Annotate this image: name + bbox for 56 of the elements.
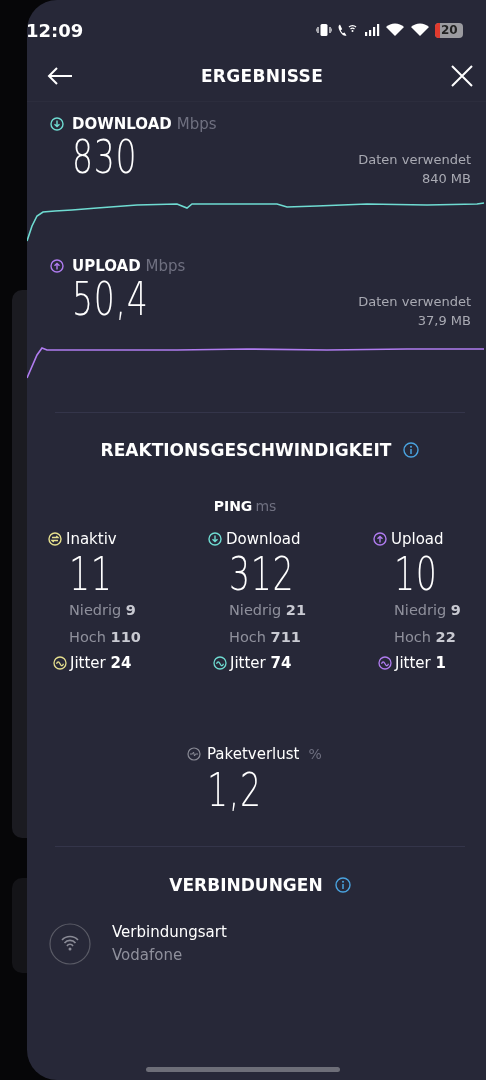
pulse-icon (187, 747, 201, 761)
section-title: REAKTIONSGESCHWINDIGKEIT (100, 440, 392, 460)
low-value: Niedrig 9 (69, 601, 137, 620)
high-value: Hoch 110 (69, 628, 142, 647)
wifi-icon (385, 23, 405, 37)
data-used-label: Daten verwendet (358, 293, 471, 311)
arrow-down-icon (50, 117, 64, 131)
screen-title: ERGEBNISSE (200, 66, 324, 86)
speed-label: DOWNLOAD (72, 115, 172, 133)
close-icon[interactable] (451, 65, 473, 87)
connection-value: Vodafone (112, 945, 184, 966)
data-used-value: 840 MB (421, 170, 471, 188)
packet-loss-label: Paketverlust (207, 745, 300, 763)
signal-icon (364, 23, 380, 37)
speed-label: UPLOAD (72, 257, 141, 275)
info-icon[interactable] (334, 877, 351, 893)
ping-label: PING (213, 498, 253, 514)
wifi-icon (49, 923, 91, 965)
section-title: VERBINDUNGEN (169, 875, 323, 895)
low-value: Niedrig 9 (394, 601, 462, 620)
info-icon[interactable] (403, 442, 420, 458)
wave-icon (53, 656, 67, 670)
speed-unit: Mbps (176, 115, 217, 133)
status-time: 12:09 (26, 19, 84, 41)
back-icon[interactable] (47, 66, 73, 86)
ping-type-label: Download (226, 530, 301, 548)
speed-unit: Mbps (145, 257, 186, 275)
wave-icon (378, 656, 392, 670)
ping-type-label: Upload (391, 530, 444, 548)
high-value: Hoch 711 (229, 628, 302, 647)
ping-unit: ms (255, 498, 277, 514)
ping-value: 11 (69, 551, 113, 597)
vibrate-icon (316, 23, 332, 37)
arrow-up-icon (373, 532, 387, 546)
wave-icon (213, 656, 227, 670)
arrows-icon (48, 532, 62, 546)
ping-value: 312 (229, 551, 295, 597)
packet-loss-value: 1,2 (207, 767, 262, 813)
arrow-up-icon (50, 259, 64, 273)
connection-label: Verbindungsart (112, 922, 227, 943)
data-used-value: 37,9 MB (417, 312, 471, 330)
low-value: Niedrig 21 (229, 601, 307, 620)
ping-value: 10 (394, 551, 438, 597)
wifi-call-icon (337, 23, 359, 37)
wifi-icon (410, 23, 430, 37)
data-used-label: Daten verwendet (358, 151, 471, 169)
ping-type-label: Inaktiv (66, 530, 117, 548)
battery-level: 20 (441, 23, 458, 37)
jitter-value: Jitter 74 (230, 654, 292, 672)
jitter-value: Jitter 24 (70, 654, 132, 672)
jitter-value: Jitter 1 (395, 654, 446, 672)
arrow-down-icon (208, 532, 222, 546)
speed-value: 50,4 (72, 276, 149, 322)
high-value: Hoch 22 (394, 628, 457, 647)
packet-loss-unit: % (308, 746, 322, 762)
speed-value: 830 (72, 134, 138, 180)
